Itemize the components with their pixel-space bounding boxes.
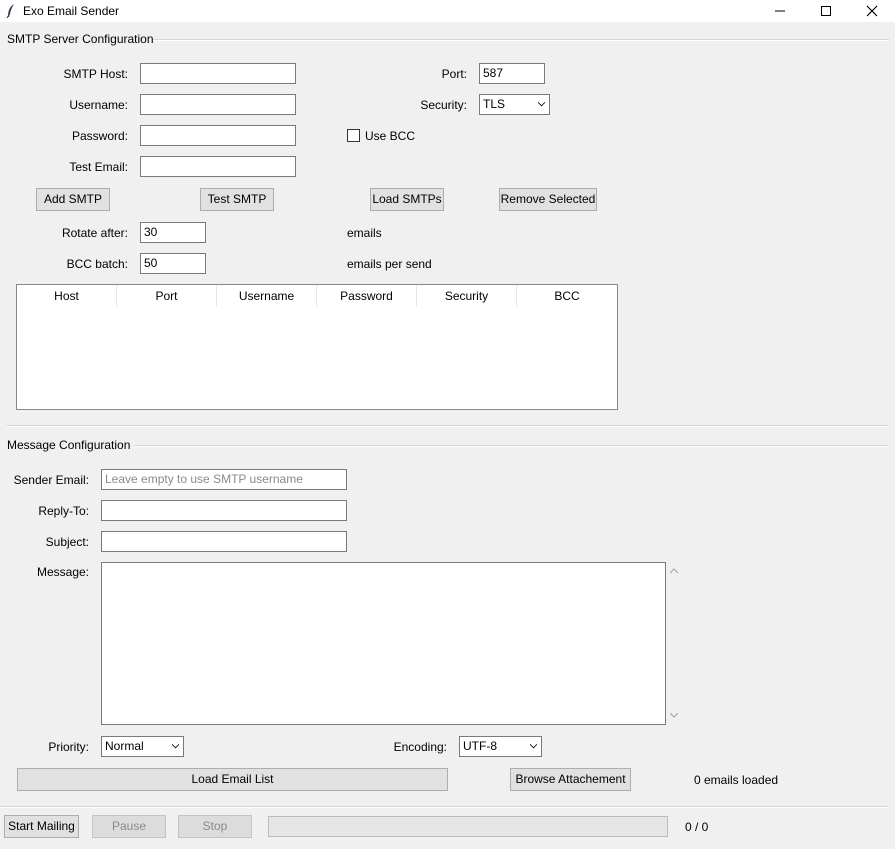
message-section-divider	[134, 445, 889, 447]
encoding-select[interactable]: UTF-8	[459, 736, 542, 757]
minimize-icon	[775, 10, 785, 12]
security-label: Security:	[420, 98, 467, 112]
password-label: Password:	[71, 129, 128, 143]
priority-select[interactable]: Normal	[101, 736, 184, 757]
security-select-value: TLS	[483, 97, 506, 111]
chevron-down-icon	[538, 102, 545, 107]
bcc-batch-label: BCC batch:	[66, 257, 128, 271]
load-smtps-button[interactable]: Load SMTPs	[370, 188, 444, 211]
smtp-section-divider	[153, 39, 889, 41]
subject-label: Subject:	[45, 535, 89, 549]
chevron-down-icon	[530, 744, 537, 749]
add-smtp-button[interactable]: Add SMTP	[36, 188, 110, 211]
column-header-port[interactable]: Port	[117, 285, 217, 307]
column-header-security[interactable]: Security	[417, 285, 517, 307]
port-input[interactable]: 587	[479, 63, 545, 84]
emails-loaded-status: 0 emails loaded	[694, 773, 779, 787]
message-section-title: Message Configuration	[7, 438, 131, 452]
stop-button[interactable]: Stop	[178, 815, 252, 838]
smtp-host-input[interactable]	[140, 63, 296, 84]
load-email-list-button[interactable]: Load Email List	[17, 768, 448, 791]
test-email-input[interactable]	[140, 156, 296, 177]
sender-email-label: Sender Email:	[13, 473, 89, 487]
close-icon	[866, 5, 878, 17]
message-label: Message:	[36, 565, 89, 579]
password-input[interactable]	[140, 125, 296, 146]
progress-text: 0 / 0	[685, 820, 709, 834]
close-button[interactable]	[849, 0, 895, 22]
column-header-bcc[interactable]: BCC	[517, 285, 617, 307]
priority-select-value: Normal	[105, 739, 144, 753]
column-header-password[interactable]: Password	[317, 285, 417, 307]
security-select[interactable]: TLS	[479, 94, 550, 115]
maximize-button[interactable]	[803, 0, 849, 22]
priority-label: Priority:	[48, 740, 89, 754]
pause-button[interactable]: Pause	[92, 815, 166, 838]
message-textarea[interactable]	[101, 562, 666, 725]
rotate-after-label: Rotate after:	[61, 226, 128, 240]
column-header-username[interactable]: Username	[217, 285, 317, 307]
smtp-host-label: SMTP Host:	[63, 67, 128, 81]
start-mailing-button[interactable]: Start Mailing	[4, 815, 79, 838]
test-email-label: Test Email:	[69, 160, 128, 174]
maximize-icon	[821, 6, 831, 16]
smtp-section-title: SMTP Server Configuration	[7, 32, 154, 46]
message-scrollbar[interactable]	[666, 562, 682, 725]
test-smtp-button[interactable]: Test SMTP	[200, 188, 274, 211]
scroll-up-icon[interactable]	[670, 568, 678, 573]
port-label: Port:	[441, 67, 467, 81]
smtp-table[interactable]: Host Port Username Password Security BCC	[16, 284, 618, 410]
feather-app-icon	[6, 4, 14, 19]
bcc-batch-input[interactable]: 50	[140, 253, 206, 274]
use-bcc-label: Use BCC	[365, 129, 416, 143]
smtp-section-bottom-divider	[6, 425, 889, 427]
scroll-down-icon[interactable]	[670, 713, 678, 718]
username-input[interactable]	[140, 94, 296, 115]
controls-divider	[0, 806, 889, 808]
username-label: Username:	[69, 98, 128, 112]
remove-selected-button[interactable]: Remove Selected	[499, 188, 597, 211]
rotate-after-input[interactable]: 30	[140, 222, 206, 243]
rotate-after-unit: emails	[347, 226, 382, 240]
encoding-select-value: UTF-8	[463, 739, 497, 753]
encoding-label: Encoding:	[393, 740, 447, 754]
reply-to-label: Reply-To:	[38, 504, 89, 518]
progress-bar	[268, 816, 668, 837]
minimize-button[interactable]	[757, 0, 803, 22]
chevron-down-icon	[172, 744, 179, 749]
sender-email-input[interactable]: Leave empty to use SMTP username	[101, 469, 347, 490]
bcc-batch-unit: emails per send	[347, 257, 432, 271]
use-bcc-checkbox[interactable]	[347, 129, 360, 142]
reply-to-input[interactable]	[101, 500, 347, 521]
column-header-host[interactable]: Host	[17, 285, 117, 307]
browse-attachment-button[interactable]: Browse Attachement	[510, 768, 631, 791]
subject-input[interactable]	[101, 531, 347, 552]
window-title: Exo Email Sender	[23, 4, 120, 18]
